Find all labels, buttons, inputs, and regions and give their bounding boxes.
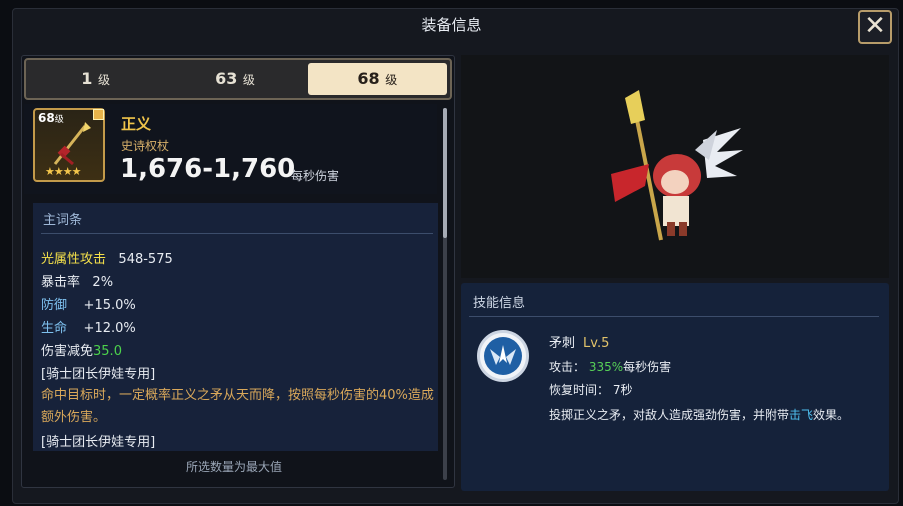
item-damage: 1,676-1,760 [120, 154, 296, 184]
stat-key: 生命 [41, 321, 68, 336]
divider [41, 233, 433, 234]
skill-description: 投掷正义之矛，对敌人造成强劲伤害，并附带击飞效果。 [549, 406, 849, 423]
skill-attack: 攻击： 335%每秒伤害 [549, 358, 671, 375]
item-damage-unit: 每秒伤害 [291, 169, 340, 183]
tab-level-unit: 级 [385, 73, 398, 87]
tab-level-1[interactable]: 1 级 [26, 60, 165, 98]
stat-key: 防御 [41, 298, 68, 313]
exclusive-label: [骑士团长伊娃专用] [41, 435, 156, 450]
gem-icon [93, 109, 104, 120]
skill-attack-label: 攻击： [549, 360, 586, 374]
window-title: 装备信息 [421, 16, 482, 34]
skill-panel [461, 283, 889, 491]
skill-name: 矛刺 Lv.5 [549, 332, 609, 351]
footer-note: 所选数量为最大值 [185, 460, 282, 474]
skill-attack-unit: 每秒伤害 [623, 360, 672, 374]
weapon-slot[interactable]: 68级 ★★★★ [33, 108, 105, 182]
skill-desc-highlight: 击飞 [789, 408, 814, 422]
stat-value: 35.0 [93, 344, 122, 359]
stat-row: 防御 +15.0% [41, 294, 136, 313]
stat-row: 伤害减免35.0 [41, 340, 122, 359]
stat-row: 光属性攻击 548-575 [41, 248, 173, 267]
stat-row: 生命 +12.0% [41, 317, 136, 336]
character-preview [461, 55, 889, 278]
tab-level-value: 68 [357, 69, 380, 88]
item-name: 正义 [121, 115, 152, 133]
scrollbar-thumb[interactable] [443, 108, 447, 238]
level-tabs: 1 级 63 级 68 级 [24, 58, 452, 100]
skill-cooldown: 恢复时间： 7秒 [549, 381, 632, 398]
tab-level-value: 63 [215, 69, 238, 88]
skill-wings-glyph [490, 345, 516, 365]
stat-key: 伤害减免 [41, 344, 94, 359]
tab-level-unit: 级 [242, 73, 255, 87]
skill-desc-prefix: 投掷正义之矛，对敌人造成强劲伤害，并附带 [549, 408, 790, 422]
tab-level-unit: 级 [98, 73, 111, 87]
stat-value: +12.0% [83, 321, 136, 336]
scrollbar[interactable] [443, 108, 447, 480]
skill-level: Lv.5 [583, 336, 610, 351]
skill-cooldown-value: 7秒 [612, 383, 633, 397]
exclusive-label: [骑士团长伊娃专用] [41, 367, 156, 382]
stat-key: 光属性攻击 [41, 252, 107, 267]
stats-title: 主词条 [43, 213, 83, 228]
close-button[interactable]: ✕ [858, 10, 892, 44]
stat-value: 548-575 [118, 252, 173, 267]
skill-cooldown-label: 恢复时间： [549, 383, 610, 397]
skill-name-text: 矛刺 [549, 336, 576, 351]
item-type: 史诗权杖 [121, 139, 170, 153]
stat-value: 2% [92, 275, 114, 290]
tab-level-68[interactable]: 68 级 [307, 63, 447, 95]
skill-wings-icon [484, 337, 522, 375]
skill-attack-pct: 335% [588, 360, 624, 374]
tab-level-63[interactable]: 63 级 [165, 60, 304, 98]
effect-description: 命中目标时，一定概率正义之矛从天而降，按照每秒伤害的40%造成额外伤害。 [41, 388, 434, 425]
stat-row: 暴击率 2% [41, 271, 113, 290]
skill-section-title: 技能信息 [473, 296, 526, 311]
character-sprite [611, 90, 743, 241]
stat-value: +15.0% [83, 298, 136, 313]
divider [469, 316, 879, 317]
close-icon[interactable]: ✕ [864, 11, 886, 41]
skill-desc-suffix: 效果。 [813, 408, 850, 422]
skill-icon-frame[interactable] [477, 330, 529, 382]
rarity-stars: ★★★★ [45, 165, 81, 178]
tab-level-value: 1 [81, 69, 93, 88]
stat-key: 暴击率 [41, 275, 81, 290]
weapon-icon [53, 122, 91, 166]
